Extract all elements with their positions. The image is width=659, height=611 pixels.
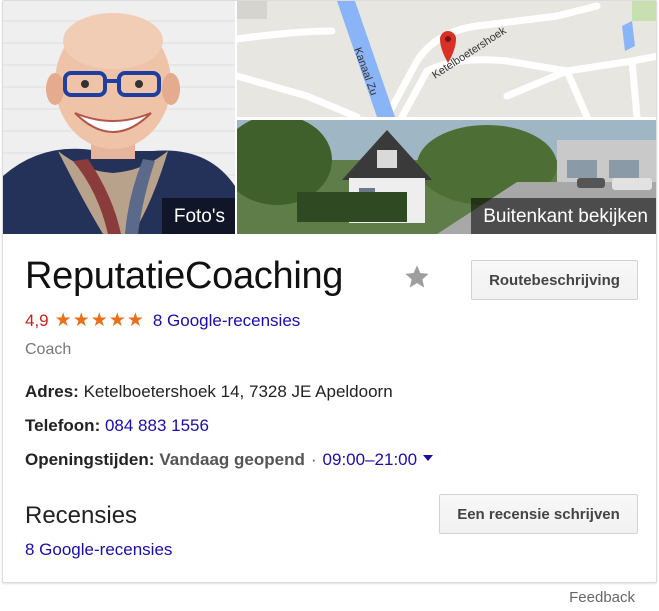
write-review-button[interactable]: Een recensie schrijven: [439, 494, 638, 534]
address-row: Adres: Ketelboetershoek 14, 7328 JE Apel…: [25, 382, 393, 402]
reviews-count-link[interactable]: 8 Google-recensies: [153, 311, 300, 331]
media-header: Foto's Kanaal Zu Ketelboetershoek Buiten…: [3, 1, 656, 234]
hours-value[interactable]: 09:00–21:00: [323, 450, 418, 470]
star-icon: ★: [126, 310, 144, 331]
hours-status: Vandaag geopend: [159, 450, 305, 469]
star-icon: ★: [72, 310, 90, 331]
phone-label: Telefoon:: [25, 416, 101, 435]
address-value[interactable]: Ketelboetershoek 14, 7328 JE Apeldoorn: [84, 382, 393, 401]
star-icon: ★: [90, 310, 108, 331]
rating-row: 4,9 ★ ★ ★ ★ ★ 8 Google-recensies: [25, 311, 300, 331]
star-icon: ★: [54, 310, 72, 331]
star-icon: ★: [108, 310, 126, 331]
save-star-icon[interactable]: [403, 263, 431, 291]
hours-separator: ·: [310, 450, 317, 469]
business-name: ReputatieCoaching: [25, 255, 344, 297]
directions-button[interactable]: Routebeschrijving: [471, 260, 638, 300]
address-label: Adres:: [25, 382, 79, 401]
map-image: Kanaal Zu Ketelboetershoek: [237, 1, 656, 117]
rating-value: 4,9: [25, 311, 49, 330]
google-reviews-link[interactable]: 8 Google-recensies: [25, 540, 172, 560]
feedback-link[interactable]: Feedback: [569, 589, 635, 606]
map-tile[interactable]: Kanaal Zu Ketelboetershoek: [237, 1, 656, 117]
hours-label: Openingstijden:: [25, 450, 155, 469]
street-view-label[interactable]: Buitenkant bekijken: [471, 198, 656, 234]
photos-tile[interactable]: Foto's: [3, 1, 235, 234]
knowledge-panel: Foto's Kanaal Zu Ketelboetershoek Buiten…: [2, 0, 657, 583]
rating-stars: ★ ★ ★ ★ ★: [55, 311, 145, 331]
photos-label[interactable]: Foto's: [161, 198, 235, 234]
phone-link[interactable]: 084 883 1556: [105, 416, 209, 435]
reviews-heading: Recensies: [25, 502, 138, 529]
phone-row: Telefoon: 084 883 1556: [25, 416, 209, 436]
street-view-tile[interactable]: Buitenkant bekijken: [237, 120, 656, 234]
hours-dropdown[interactable]: 09:00–21:00: [323, 450, 434, 470]
business-category: Coach: [25, 341, 72, 358]
caret-down-icon[interactable]: [423, 455, 434, 461]
hours-row: Openingstijden: Vandaag geopend · 09:00–…: [25, 450, 434, 470]
